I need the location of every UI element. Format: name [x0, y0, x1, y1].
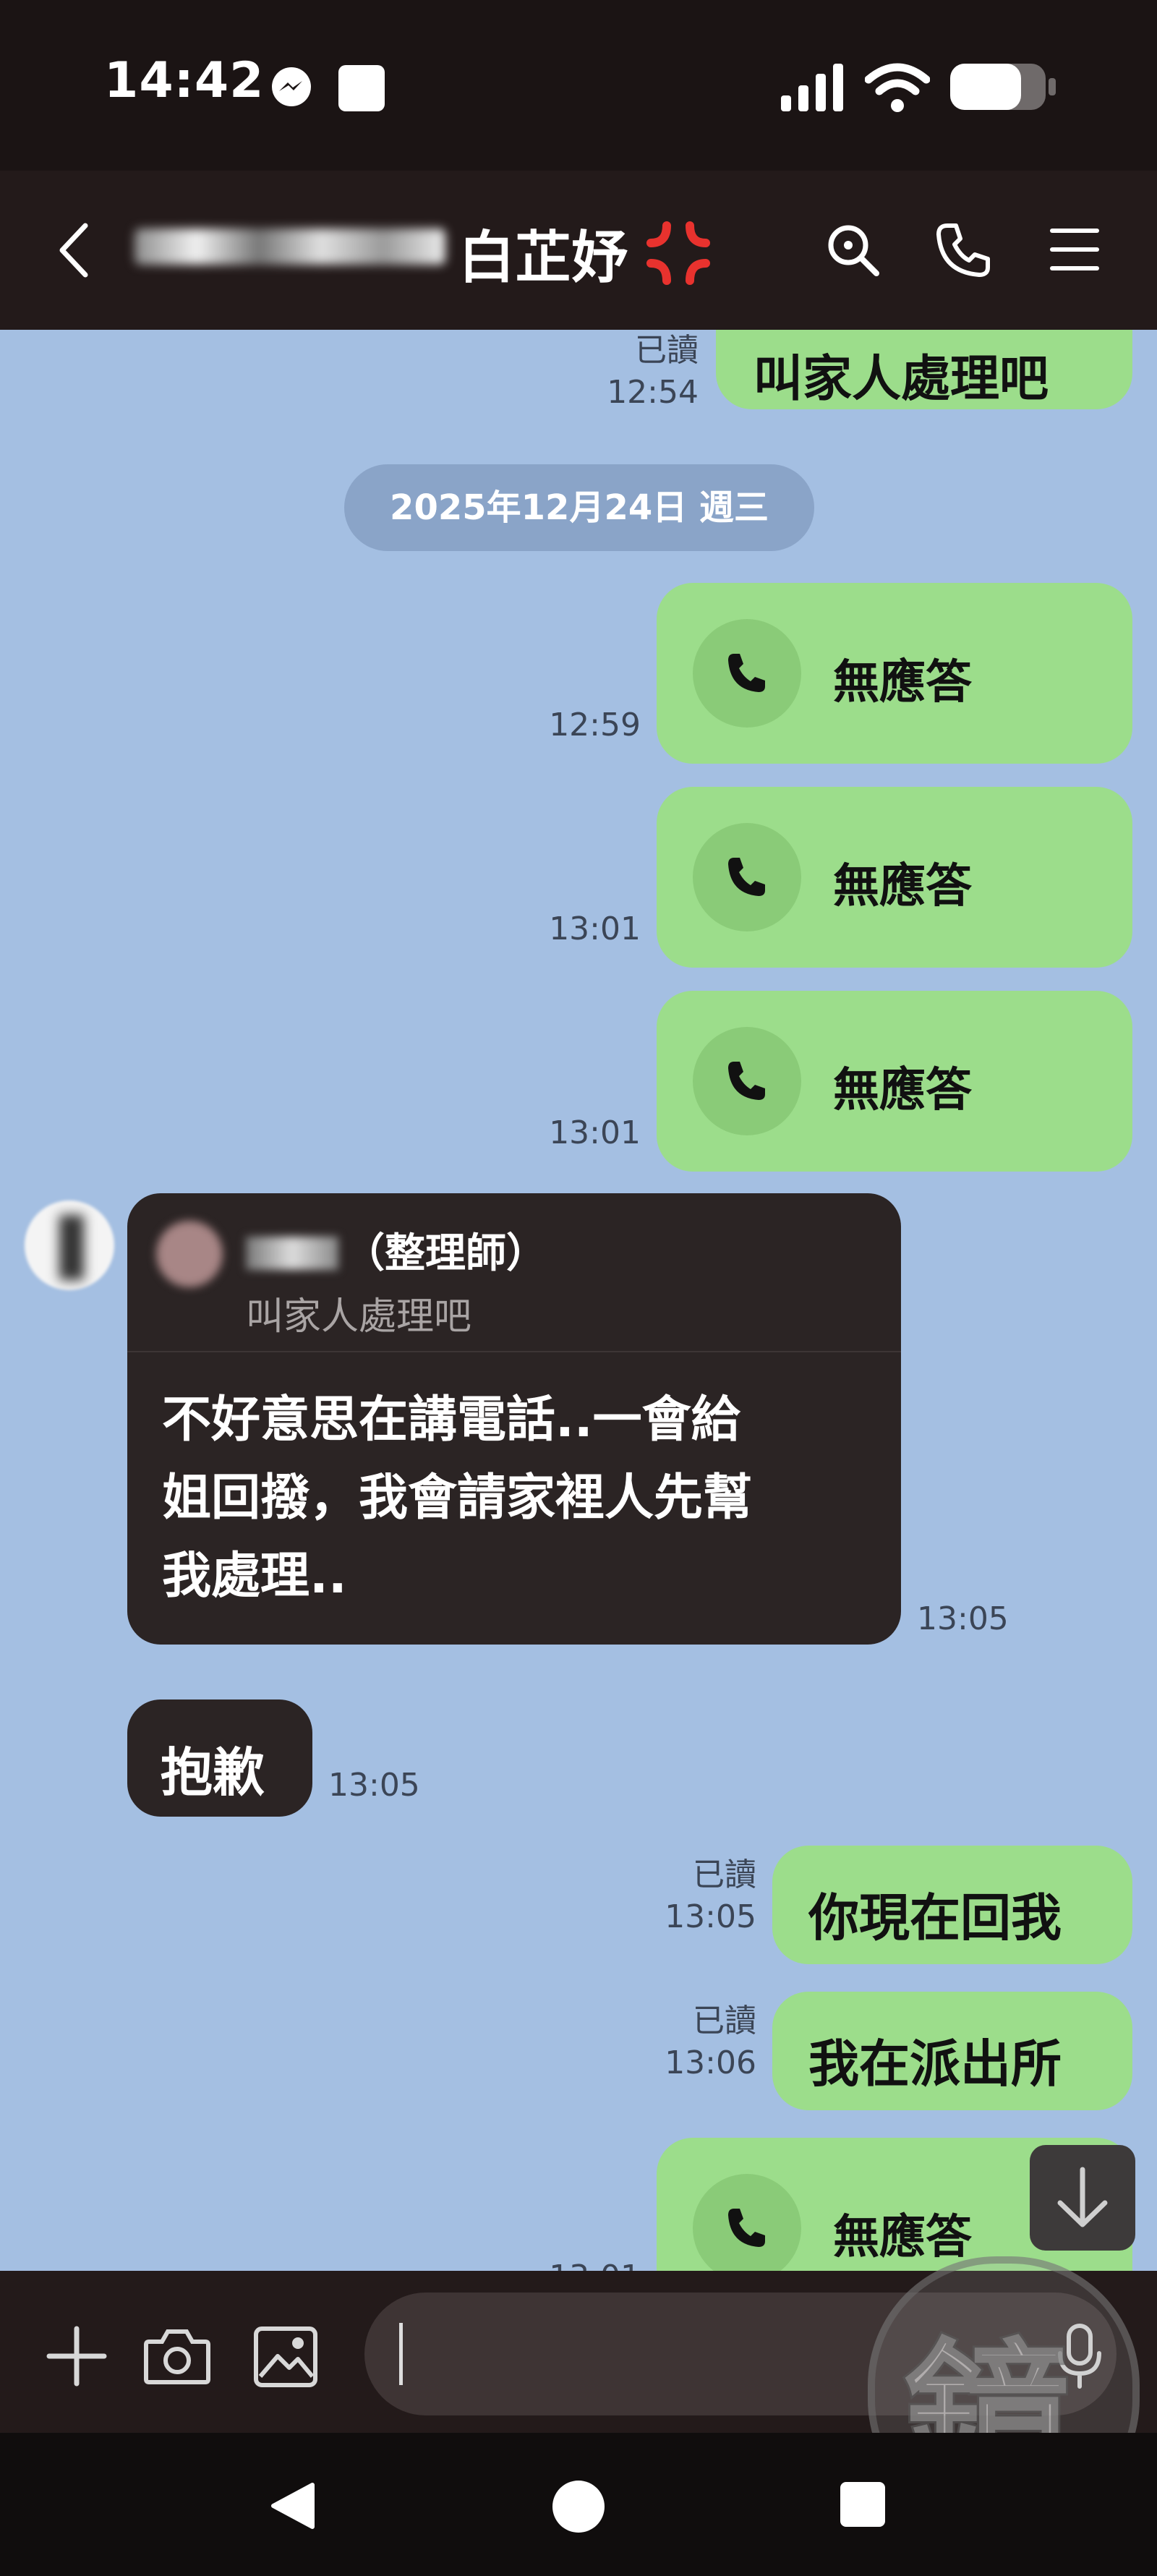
- quoted-role: （整理師）: [344, 1230, 547, 1277]
- phone-icon: [693, 1027, 801, 1135]
- message-time: 12:59: [549, 707, 641, 743]
- phone-icon[interactable]: [934, 221, 992, 279]
- phone-icon: [693, 823, 801, 931]
- message-bubble[interactable]: 抱歉: [127, 1699, 312, 1817]
- message-time: 13:05: [328, 1767, 420, 1804]
- battery-icon: [950, 64, 1056, 110]
- message-text: 抱歉: [161, 1742, 265, 1803]
- message-text: 你現在回我: [808, 1888, 1062, 1948]
- message-time: 13:05: [665, 1898, 756, 1935]
- arrow-down-icon: [1057, 2167, 1108, 2227]
- read-receipt: 已讀: [693, 2003, 756, 2039]
- message-bubble[interactable]: 我在派出所: [772, 1992, 1132, 2110]
- anger-emoji-icon: [646, 221, 710, 285]
- message-meta: 已讀 12:54: [557, 330, 699, 414]
- read-receipt: 已讀: [693, 1856, 756, 1893]
- call-status-text: 無應答: [833, 1064, 972, 1117]
- home-circle-icon[interactable]: [552, 2481, 605, 2533]
- back-triangle-icon[interactable]: [268, 2481, 318, 2531]
- message-text: 叫家人處理吧: [753, 351, 1049, 408]
- message-bubble[interactable]: 叫家人處理吧: [716, 330, 1132, 409]
- plus-icon[interactable]: [46, 2326, 107, 2387]
- date-separator: 2025年12月24日 週三: [344, 464, 814, 551]
- call-bubble[interactable]: 無應答: [657, 787, 1132, 968]
- message-text: 我在派出所: [808, 2034, 1062, 2094]
- text-cursor: [399, 2323, 403, 2385]
- message-bubble[interactable]: 你現在回我: [772, 1846, 1132, 1964]
- quoted-text: 叫家人處理吧: [246, 1295, 472, 1339]
- signal-icon: [781, 64, 843, 111]
- status-time: 14:42: [104, 52, 265, 109]
- message-text: 不好意思在講電話..一會給 姐回撥，我會請家裡人先幫 我處理..: [162, 1381, 752, 1616]
- call-status-text: 無應答: [833, 860, 972, 913]
- message-time: 12:54: [607, 374, 699, 411]
- contact-name[interactable]: 白芷妤: [458, 213, 628, 294]
- notification-square-icon: [338, 65, 385, 111]
- phone-icon: [693, 619, 801, 728]
- quoted-avatar: [156, 1221, 223, 1287]
- system-nav-bar: [0, 2433, 1157, 2576]
- message-line: 姐回撥，我會請家裡人先幫: [162, 1470, 753, 1527]
- search-icon[interactable]: [824, 221, 882, 279]
- call-bubble[interactable]: 無應答: [657, 991, 1132, 1172]
- chevron-left-icon[interactable]: [56, 221, 93, 279]
- phone-icon: [693, 2174, 801, 2271]
- message-meta: 已讀 13:06: [615, 2000, 756, 2084]
- messenger-icon: [272, 67, 311, 106]
- message-meta: 已讀 13:05: [615, 1854, 756, 1938]
- call-bubble[interactable]: 無應答: [657, 583, 1132, 764]
- message-time: 13:01: [549, 1114, 641, 1151]
- status-bar: 14:42: [0, 0, 1157, 171]
- call-status-text: 無應答: [833, 656, 972, 709]
- divider: [127, 1351, 901, 1352]
- avatar[interactable]: [25, 1200, 114, 1290]
- message-line: 不好意思在講電話..一會給: [162, 1391, 740, 1449]
- message-time: 13:06: [665, 2044, 756, 2081]
- read-receipt: 已讀: [635, 332, 699, 369]
- contact-name-redacted: [135, 229, 445, 265]
- wifi-icon: [865, 63, 930, 112]
- reply-message-bubble[interactable]: （整理師） 叫家人處理吧 不好意思在講電話..一會給 姐回撥，我會請家裡人先幫 …: [127, 1193, 901, 1645]
- call-status-text: 無應答: [833, 2211, 972, 2264]
- message-line: 我處理..: [162, 1548, 347, 1605]
- message-time: 13:05: [917, 1600, 1009, 1637]
- image-icon[interactable]: [253, 2326, 318, 2388]
- message-time: 13:01: [499, 2256, 641, 2271]
- menu-icon[interactable]: [1047, 226, 1102, 273]
- message-time: 13:01: [549, 910, 641, 947]
- camera-icon[interactable]: [143, 2327, 211, 2385]
- chat-header: 白芷妤: [0, 171, 1157, 330]
- recents-square-icon[interactable]: [840, 2482, 885, 2527]
- chat-area[interactable]: 已讀 12:54 叫家人處理吧 2025年12月24日 週三 12:59 無應答…: [0, 330, 1157, 2271]
- quoted-name-redacted: [246, 1237, 338, 1270]
- scroll-to-bottom-button[interactable]: [1030, 2145, 1135, 2251]
